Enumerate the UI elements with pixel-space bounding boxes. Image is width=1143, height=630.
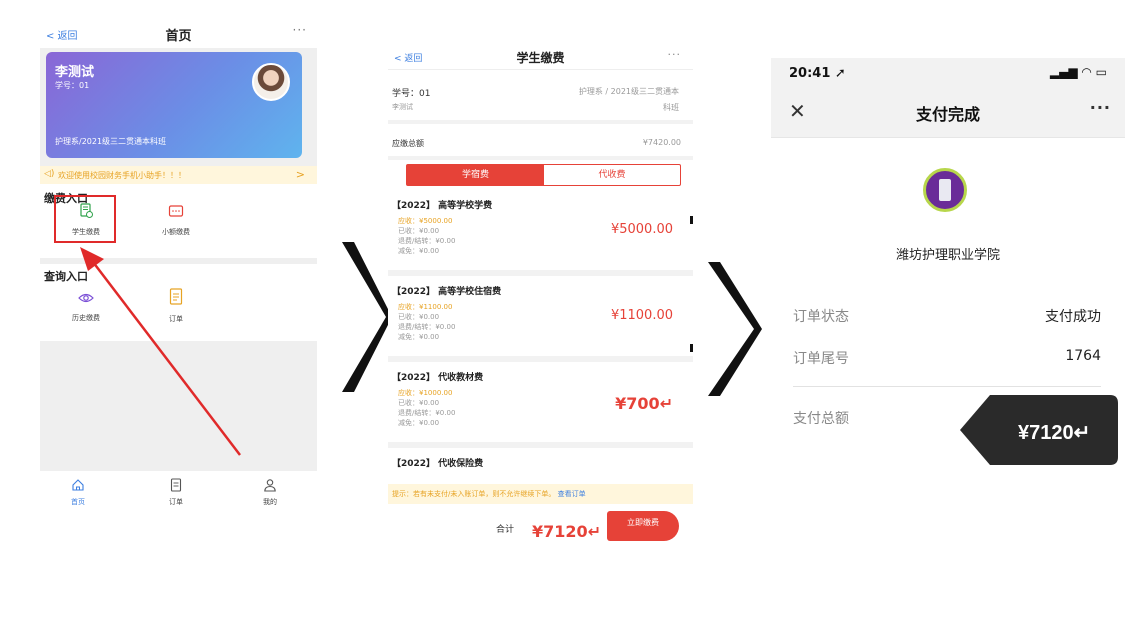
tab-home-label: 首页 bbox=[71, 498, 85, 506]
student-name: 李测试 bbox=[392, 103, 413, 111]
fee-reduction: 减免：¥0.00 bbox=[398, 247, 440, 255]
more-button[interactable]: ··· bbox=[1090, 98, 1111, 117]
total-due-label: 应缴总额 bbox=[392, 139, 424, 148]
fee-refund: 退费/结转：¥0.00 bbox=[398, 323, 456, 331]
fee-title: 【2022】 代收保险费 bbox=[392, 459, 484, 469]
tab-profile[interactable]: 我的 bbox=[250, 477, 290, 507]
fee-title: 【2022】 高等学校学费 bbox=[392, 201, 493, 211]
fee-paid: 已收：¥0.00 bbox=[398, 227, 440, 235]
fee-item[interactable]: 【2022】 代收保险费 bbox=[388, 456, 693, 484]
school-name: 潍坊护理职业学院 bbox=[895, 248, 1000, 263]
fee-paid: 已收：¥0.00 bbox=[398, 399, 440, 407]
status-time: 20:41 ➚ bbox=[789, 66, 846, 81]
tab-home[interactable]: 首页 bbox=[58, 477, 98, 507]
scroll-indicator bbox=[690, 216, 693, 224]
fee-due: 应收：¥1100.00 bbox=[398, 303, 453, 311]
tab-tuition[interactable]: 学宿费 bbox=[407, 165, 544, 185]
fee-item[interactable]: 【2022】 高等学校住宿费 应收：¥1100.00 已收：¥0.00 退费/结… bbox=[388, 284, 693, 364]
fee-amount: ¥1100.00 bbox=[610, 308, 673, 323]
view-orders-link[interactable]: 查看订单 bbox=[558, 490, 586, 498]
pay-now-button[interactable]: 立即缴费 bbox=[607, 511, 679, 541]
divider bbox=[388, 442, 693, 448]
order-status-value: 支付成功 bbox=[1045, 309, 1101, 325]
fee-tabs: 学宿费 代收费 bbox=[406, 164, 681, 186]
fee-title: 【2022】 代收教材费 bbox=[392, 373, 484, 383]
flow-chevron-1 bbox=[342, 242, 392, 392]
fee-due: 应收：¥1000.00 bbox=[398, 389, 453, 397]
divider bbox=[793, 386, 1101, 387]
nav-bar: < 返回 学生缴费 ··· bbox=[388, 44, 693, 70]
fee-reduction: 减免：¥0.00 bbox=[398, 419, 440, 427]
scroll-indicator bbox=[690, 344, 693, 352]
total-due-value: ¥7420.00 bbox=[642, 138, 681, 147]
student-id: 学号：01 bbox=[392, 89, 431, 99]
fee-amount: ¥5000.00 bbox=[610, 222, 673, 237]
student-dept: 护理系 / 2021级三二贯通本 bbox=[578, 87, 679, 96]
nav-bar: ✕ 支付完成 ··· bbox=[771, 86, 1125, 138]
amount-label: 支付总额 bbox=[793, 411, 849, 427]
fee-due: 应收：¥5000.00 bbox=[398, 217, 453, 225]
fee-refund: 退费/结转：¥0.00 bbox=[398, 409, 456, 417]
status-bar: 20:41 ➚ ▂▄▆ ◠ ▭ bbox=[771, 58, 1125, 86]
divider bbox=[388, 120, 693, 124]
fee-item[interactable]: 【2022】 代收教材费 应收：¥1000.00 已收：¥0.00 退费/结转：… bbox=[388, 370, 693, 450]
divider bbox=[388, 270, 693, 276]
amount-callout: ¥7120↵ bbox=[960, 395, 1118, 465]
fee-refund: 退费/结转：¥0.00 bbox=[398, 237, 456, 245]
order-tail-value: 1764 bbox=[1065, 348, 1101, 364]
user-icon bbox=[264, 479, 276, 492]
amount-value: ¥7120↵ bbox=[1018, 422, 1090, 444]
fee-amount: ¥700↵ bbox=[615, 394, 673, 413]
status-icons: ▂▄▆ ◠ ▭ bbox=[1049, 65, 1107, 79]
student-dept-cont: 科班 bbox=[663, 103, 679, 112]
page-title: 学生缴费 bbox=[516, 51, 565, 65]
flow-chevron-2 bbox=[708, 262, 762, 396]
tab-orders[interactable]: 订单 bbox=[156, 477, 196, 507]
more-button[interactable]: ··· bbox=[668, 48, 682, 61]
student-payment-screen: < 返回 学生缴费 ··· 学号：01 护理系 / 2021级三二贯通本 李测试… bbox=[388, 44, 693, 557]
tip-bar: 提示：若有未支付/未入账订单，则不允许继续下单。 查看订单 bbox=[388, 484, 693, 504]
order-tail-label: 订单尾号 bbox=[793, 351, 849, 367]
tab-orders-label: 订单 bbox=[169, 498, 183, 506]
tab-profile-label: 我的 bbox=[263, 498, 277, 506]
fee-paid: 已收：¥0.00 bbox=[398, 313, 440, 321]
divider bbox=[388, 156, 693, 160]
annotation-arrow bbox=[80, 247, 241, 456]
home-icon bbox=[72, 479, 84, 491]
total-value: ¥7120↵ bbox=[532, 522, 602, 541]
fee-reduction: 减免：¥0.00 bbox=[398, 333, 440, 341]
tab-collection[interactable]: 代收费 bbox=[544, 165, 680, 185]
total-label: 合计 bbox=[496, 525, 515, 535]
page-title: 支付完成 bbox=[915, 105, 980, 124]
order-status-label: 订单状态 bbox=[793, 309, 849, 325]
school-logo bbox=[923, 168, 967, 212]
fee-title: 【2022】 高等学校住宿费 bbox=[392, 287, 502, 297]
tip-text: 提示：若有未支付/未入账订单，则不允许继续下单。 bbox=[392, 490, 556, 498]
order-icon bbox=[170, 478, 182, 492]
tab-bar: 首页 订单 我的 bbox=[40, 471, 317, 523]
divider bbox=[388, 356, 693, 362]
fee-item[interactable]: 【2022】 高等学校学费 应收：¥5000.00 已收：¥0.00 退费/结转… bbox=[388, 198, 693, 278]
